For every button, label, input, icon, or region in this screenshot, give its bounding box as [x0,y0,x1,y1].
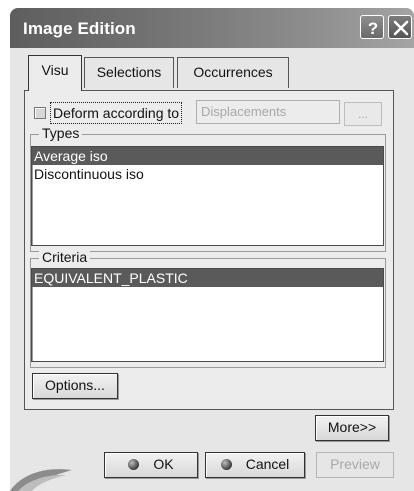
deform-browse-button: ... [344,102,382,126]
svg-text:?: ? [368,19,378,38]
more-button[interactable]: More>> [315,415,389,441]
cancel-bullet-icon [220,459,232,470]
cancel-button[interactable]: Cancel [205,452,305,478]
types-list[interactable]: Average iso Discontinuous iso [31,146,384,246]
tab-visu[interactable]: Visu [28,55,82,91]
list-item-discontinuous-iso[interactable]: Discontinuous iso [32,165,383,183]
types-legend: Types [39,125,83,141]
list-item-equivalent-plastic[interactable]: EQUIVALENT_PLASTIC [32,269,383,287]
close-icon [393,20,409,36]
tab-selections[interactable]: Selections [84,57,174,88]
cancel-label: Cancel [245,456,290,472]
title-bar[interactable]: Image Edition ? [10,8,414,48]
window-title: Image Edition [23,19,136,38]
ok-bullet-icon [128,459,140,470]
close-button[interactable] [388,15,412,39]
deform-checkbox[interactable] [34,107,46,119]
list-item-average-iso[interactable]: Average iso [32,147,383,165]
help-button[interactable]: ? [360,15,384,39]
options-button[interactable]: Options... [32,373,118,399]
deform-label[interactable]: Deform according to [50,102,183,124]
tab-occurrences[interactable]: Occurrences [177,57,289,88]
preview-button: Preview [316,452,394,478]
swoosh-decoration [10,469,72,491]
criteria-list[interactable]: EQUIVALENT_PLASTIC [31,268,384,362]
criteria-legend: Criteria [39,249,91,265]
deform-field: Displacements [196,100,340,124]
ok-label: OK [153,456,174,472]
question-mark-icon: ? [368,19,378,38]
ok-button[interactable]: OK [104,452,198,478]
